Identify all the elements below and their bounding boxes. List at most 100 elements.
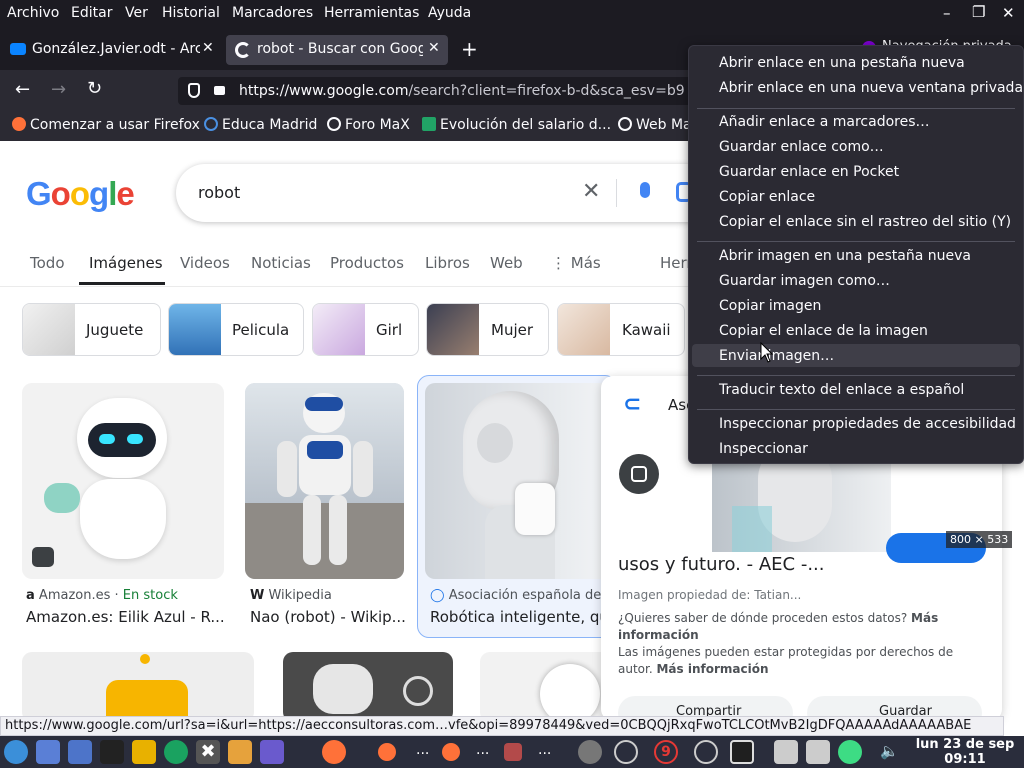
firefox-window-icon[interactable] [378,743,396,761]
x-app-icon[interactable]: ✖ [196,740,220,764]
vpn-icon[interactable] [838,740,862,764]
menu-email-image[interactable]: Enviar imagen… [719,348,834,364]
tab-document[interactable]: González.Javier.odt - Arc ✕ [4,35,220,65]
result-image-android[interactable] [425,383,610,579]
volume-icon[interactable]: 🔈 [880,742,899,760]
chip-thumbnail [169,304,221,355]
minimize-icon[interactable]: – [943,4,951,22]
video-icon[interactable] [260,740,284,764]
menu-save-link-as[interactable]: Guardar enlace como… [719,139,884,155]
bookmark-educa-madrid[interactable]: Educa Madrid [204,117,317,133]
chip-kawaii[interactable]: Kawaii [557,303,685,356]
accessibility-icon[interactable] [694,740,718,764]
panel-title[interactable]: usos y futuro. - AEC -... [618,554,824,575]
terminal-icon[interactable] [100,740,124,764]
menu-marcadores[interactable]: Marcadores [232,5,313,21]
lens-search-icon[interactable] [619,454,659,494]
settings-icon[interactable] [578,740,602,764]
result-title[interactable]: Nao (robot) - Wikip... [250,608,406,626]
tab-noticias[interactable]: Noticias [251,254,311,272]
tab-todo[interactable]: Todo [30,254,65,272]
bookmark-foro-max[interactable]: Foro MaX [327,117,410,133]
back-icon[interactable]: ← [15,79,30,100]
desktop-icon[interactable] [36,740,60,764]
menu-save-image-as[interactable]: Guardar imagen como… [719,273,890,289]
tab-title: González.Javier.odt - Arc [32,41,200,57]
tab-videos[interactable]: Videos [180,254,230,272]
chip-thumbnail [23,304,75,355]
start-menu-icon[interactable] [4,740,28,764]
maximize-icon[interactable]: ❐ [972,3,985,21]
result-image-row2-1[interactable] [22,652,254,722]
menu-open-link-new-tab[interactable]: Abrir enlace en una pestaña nueva [719,55,965,71]
search-input[interactable]: robot [198,183,240,202]
tab-google-search[interactable]: robot - Buscar con Googl ✕ [226,35,448,65]
result-title[interactable]: Robótica inteligente, qué [430,608,608,626]
clear-icon[interactable]: ✕ [582,179,600,204]
menu-copy-clean-link[interactable]: Copiar el enlace sin el rastreo del siti… [719,214,1011,230]
chip-label: Mujer [491,321,534,339]
window-close-icon[interactable]: ✕ [1002,4,1015,22]
close-tab-icon[interactable]: ✕ [202,40,214,56]
result-image-nao[interactable] [245,383,404,579]
notification-badge-icon[interactable]: 9 [654,740,678,764]
more-info-link-2[interactable]: Más información [656,662,768,676]
bookmark-web-max[interactable]: Web Ma [618,117,692,133]
tab-web[interactable]: Web [490,254,523,272]
clock[interactable]: lun 23 de sep 09:11 [906,737,1024,767]
menu-archivo[interactable]: Archivo [7,5,59,21]
url-text[interactable]: https://www.google.com/search?client=fir… [239,83,684,99]
camera-icon[interactable] [806,740,830,764]
result-image-row2-2[interactable] [283,652,453,722]
plus-icon[interactable]: + [461,37,478,61]
google-logo[interactable]: Google [26,175,135,213]
close-tab-icon[interactable]: ✕ [428,40,440,56]
menu-open-link-private-window[interactable]: Abrir enlace en una nueva ventana privad… [719,80,1023,96]
search-box[interactable]: robot ✕ [176,164,716,222]
result-image-row2-3[interactable] [480,652,610,722]
menu-bookmark-link[interactable]: Añadir enlace a marcadores… [719,114,930,130]
display-icon[interactable] [774,740,798,764]
reload-icon[interactable]: ↻ [87,78,102,99]
tab-productos[interactable]: Productos [330,254,404,272]
menu-save-link-pocket[interactable]: Guardar enlace en Pocket [719,164,899,180]
lock-app-icon[interactable] [228,740,252,764]
window-icon[interactable] [68,740,92,764]
chip-mujer[interactable]: Mujer [426,303,549,356]
app-icon[interactable] [164,740,188,764]
firefox-taskbar-icon[interactable] [322,740,346,764]
menu-ayuda[interactable]: Ayuda [428,5,471,21]
menu-bar: Archivo Editar Ver Historial Marcadores … [0,0,1024,29]
menu-ver[interactable]: Ver [125,5,148,21]
chip-juguete[interactable]: Juguete [22,303,161,356]
bookmark-firefox[interactable]: Comenzar a usar Firefox [12,117,200,133]
result-image-eilik[interactable] [22,383,224,579]
menu-editar[interactable]: Editar [71,5,112,21]
menu-translate-link[interactable]: Traducir texto del enlace a español [719,382,964,398]
menu-copy-link[interactable]: Copiar enlace [719,189,815,205]
shield-icon[interactable] [188,83,200,98]
chip-pelicula[interactable]: Pelicula [168,303,304,356]
mic-icon[interactable] [640,182,650,198]
media-icon[interactable] [504,743,522,761]
menu-herramientas[interactable]: Herramientas [324,5,419,21]
menu-open-image-new-tab[interactable]: Abrir imagen en una pestaña nueva [719,248,971,264]
menu-inspect[interactable]: Inspeccionar [719,441,808,457]
notes-icon[interactable] [132,740,156,764]
forward-icon[interactable]: → [51,79,66,100]
chip-label: Girl [376,321,403,339]
menu-inspect-accessibility[interactable]: Inspeccionar propiedades de accesibilida… [719,416,1016,432]
menu-copy-image-link[interactable]: Copiar el enlace de la imagen [719,323,928,339]
tab-imagenes[interactable]: Imágenes [89,254,163,272]
result-title[interactable]: Amazon.es: Eilik Azul - R... [26,608,225,626]
lock-icon[interactable] [214,86,225,95]
tab-mas[interactable]: ⋮ Más [551,254,601,272]
chip-girl[interactable]: Girl [312,303,419,356]
menu-copy-image[interactable]: Copiar imagen [719,298,821,314]
monitor-icon[interactable] [730,740,754,764]
firefox-window-icon[interactable] [442,743,460,761]
bookmark-salario[interactable]: Evolución del salario d... [422,117,611,133]
tab-libros[interactable]: Libros [425,254,470,272]
menu-historial[interactable]: Historial [162,5,220,21]
alert-icon[interactable] [614,740,638,764]
